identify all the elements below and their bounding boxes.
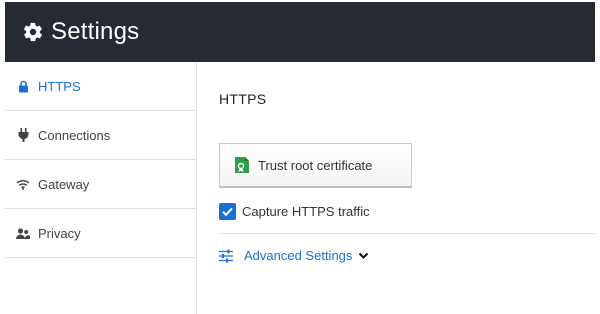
certificate-icon [235, 157, 249, 173]
checkmark-icon [222, 207, 233, 217]
gear-icon [23, 22, 43, 42]
sidebar-item-connections[interactable]: Connections [5, 111, 196, 160]
page-title: Settings [51, 18, 140, 45]
sidebar: HTTPS Connections Gateway Privacy [5, 62, 197, 314]
plug-icon [16, 128, 30, 142]
chevron-down-icon [359, 252, 369, 259]
settings-window: Settings HTTPS Connections Gateway Priva… [0, 0, 600, 314]
sidebar-item-label: Privacy [38, 225, 81, 241]
advanced-settings-toggle[interactable]: Advanced Settings [219, 248, 369, 263]
sidebar-item-privacy[interactable]: Privacy [5, 209, 196, 258]
advanced-settings-label: Advanced Settings [244, 248, 353, 263]
sliders-icon [219, 249, 233, 262]
users-icon [16, 226, 30, 240]
capture-https-label[interactable]: Capture HTTPS traffic [242, 204, 370, 219]
main-panel: HTTPS Trust root certificate Capture HTT… [197, 62, 595, 314]
lock-icon [16, 79, 30, 93]
sidebar-item-https[interactable]: HTTPS [5, 62, 196, 111]
divider [219, 233, 595, 234]
trust-root-certificate-button[interactable]: Trust root certificate [219, 143, 412, 188]
trust-root-certificate-label: Trust root certificate [258, 157, 373, 173]
header-bar: Settings [5, 2, 595, 62]
sidebar-item-label: Connections [38, 127, 111, 143]
wifi-icon [16, 177, 30, 191]
sidebar-item-label: Gateway [38, 176, 90, 192]
capture-https-checkbox[interactable] [219, 203, 236, 220]
sidebar-item-label: HTTPS [38, 78, 81, 94]
section-title: HTTPS [219, 91, 267, 107]
capture-https-row: Capture HTTPS traffic [219, 203, 370, 220]
sidebar-item-gateway[interactable]: Gateway [5, 160, 196, 209]
